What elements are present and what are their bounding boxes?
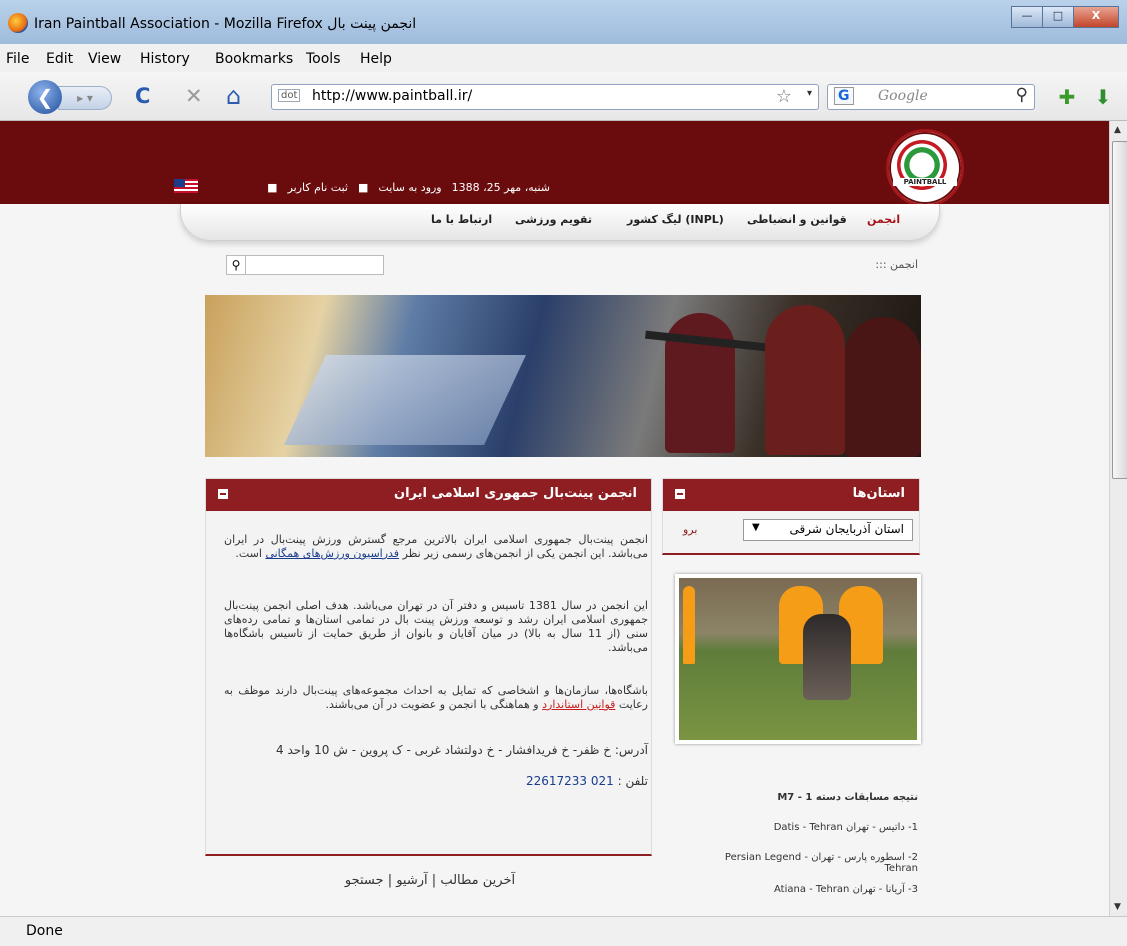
- navigation-toolbar: ▸ ▾ ❮ C ✕ ⌂ dot http://www.paintball.ir/…: [0, 72, 1127, 121]
- paintball-banner-image: [205, 295, 921, 457]
- search-icon[interactable]: ⚲: [1016, 85, 1028, 105]
- provinces-box-title: استان‌ها: [852, 486, 905, 501]
- archive-link[interactable]: آرشیو: [396, 873, 427, 888]
- window-controls: — □ X: [1011, 6, 1119, 28]
- download-icon[interactable]: ⬇: [1090, 84, 1116, 110]
- main-navigation: انجمن قوانین و انضباطی لیگ کشور (INPL) ت…: [180, 204, 940, 241]
- window-title: Iran Paintball Association - Mozilla Fir…: [34, 16, 417, 32]
- login-link[interactable]: ورود به سایت: [378, 181, 441, 194]
- collapse-icon[interactable]: [218, 489, 228, 499]
- addon-icon[interactable]: ✚: [1054, 84, 1080, 110]
- go-button[interactable]: برو: [683, 523, 697, 536]
- result-item[interactable]: 3- آریانا - تهران Atiana - Tehran: [690, 884, 918, 895]
- menu-help[interactable]: Help: [360, 51, 392, 67]
- nav-item-association[interactable]: انجمن: [867, 213, 900, 226]
- menu-view[interactable]: View: [88, 51, 121, 67]
- province-select[interactable]: استان آذربایجان شرقی ▼: [743, 519, 913, 541]
- window-titlebar: Iran Paintball Association - Mozilla Fir…: [0, 0, 1127, 44]
- firefox-icon: [8, 13, 28, 33]
- url-bar[interactable]: dot http://www.paintball.ir/ ☆ ▾: [271, 84, 819, 110]
- minimize-button[interactable]: —: [1011, 6, 1043, 28]
- bullet-icon: ■: [267, 181, 278, 194]
- result-item[interactable]: 2- اسطوره پارس - تهران Persian Legend - …: [690, 852, 918, 874]
- bookmark-star-icon[interactable]: ☆: [776, 86, 792, 107]
- association-box-header: انجمن پینت‌بال جمهوری اسلامی ایران: [206, 479, 651, 511]
- scroll-down-icon[interactable]: ▼: [1114, 902, 1121, 912]
- phone-number[interactable]: 021 22617233: [526, 774, 614, 788]
- footer-links: آخرین مطالب | آرشیو | جستجو: [344, 873, 516, 888]
- provinces-box-header: استان‌ها: [663, 479, 919, 511]
- latest-posts-link[interactable]: آخرین مطالب: [440, 873, 515, 888]
- site-identity-badge[interactable]: dot: [278, 89, 301, 102]
- url-text[interactable]: http://www.paintball.ir/: [312, 88, 472, 104]
- reload-icon[interactable]: C: [135, 84, 150, 108]
- top-links: شنبه، مهر 25، 1388 ورود به سایت ■ ثبت نام ک…: [170, 181, 550, 199]
- vertical-scrollbar[interactable]: ▲ ▼: [1109, 121, 1127, 916]
- menu-tools[interactable]: Tools: [306, 51, 341, 67]
- url-dropdown-icon[interactable]: ▾: [807, 88, 812, 99]
- site-header: PAINTBALL شنبه، مهر 25، 1388 ورود به سایت…: [0, 121, 1109, 207]
- search-placeholder[interactable]: Google: [878, 88, 928, 104]
- menu-history[interactable]: History: [140, 51, 190, 67]
- history-paragraph: این انجمن در سال 1381 تاسیس و دفتر آن در…: [224, 599, 648, 654]
- page-viewport: PAINTBALL شنبه، مهر 25، 1388 ورود به سایت…: [0, 121, 1109, 916]
- menu-bookmarks[interactable]: Bookmarks: [215, 51, 293, 67]
- nav-item-rules[interactable]: قوانین و انضباطی: [747, 213, 847, 226]
- nav-item-league[interactable]: لیگ کشور (INPL): [627, 213, 724, 226]
- breadcrumb: ::: انجمن: [875, 258, 918, 271]
- home-icon[interactable]: ⌂: [226, 84, 241, 108]
- close-button[interactable]: X: [1073, 6, 1119, 28]
- paintball-player-photo: [675, 574, 921, 744]
- result-item[interactable]: 1- داتیس - تهران Datis - Tehran: [690, 822, 918, 833]
- scroll-up-icon[interactable]: ▲: [1114, 125, 1121, 135]
- status-bar: Done: [0, 916, 1127, 946]
- nav-item-contact[interactable]: ارتباط با ما: [431, 213, 492, 226]
- address-text: آدرس: خ ظفر- خ فریدافشار - خ دولتشاد غرب…: [276, 743, 648, 757]
- search-engine-icon[interactable]: G: [834, 87, 854, 105]
- association-info-box: انجمن پینت‌بال جمهوری اسلامی ایران انجمن…: [205, 478, 652, 856]
- search-bar[interactable]: G Google ⚲: [827, 84, 1035, 110]
- menu-bar: File Edit View History Bookmarks Tools H…: [0, 44, 1127, 72]
- scrollbar-thumb[interactable]: [1112, 141, 1127, 479]
- register-link[interactable]: ثبت نام کاربر: [288, 181, 348, 194]
- clubs-paragraph: باشگاه‌ها، سازمان‌ها و اشخاصی که تمایل ب…: [224, 684, 648, 711]
- maximize-button[interactable]: □: [1042, 6, 1074, 28]
- site-search-input[interactable]: ⚲: [226, 255, 384, 275]
- menu-file[interactable]: File: [6, 51, 29, 67]
- collapse-icon[interactable]: [675, 489, 685, 499]
- nav-item-calendar[interactable]: تقویم ورزشی: [515, 213, 592, 226]
- paintball-logo[interactable]: PAINTBALL: [886, 129, 964, 207]
- date-text: شنبه، مهر 25، 1388: [451, 181, 550, 194]
- status-text: Done: [26, 923, 63, 939]
- stop-icon[interactable]: ✕: [185, 84, 203, 108]
- association-box-title: انجمن پینت‌بال جمهوری اسلامی ایران: [393, 486, 637, 501]
- intro-paragraph: انجمن پینت‌بال جمهوری اسلامی ایران بالات…: [224, 533, 648, 560]
- federation-link[interactable]: فدراسیون ورزش‌های همگانی: [265, 547, 399, 560]
- logo-text: PAINTBALL: [893, 178, 957, 186]
- site-search-icon[interactable]: ⚲: [227, 256, 246, 274]
- search-link[interactable]: جستجو: [345, 873, 384, 888]
- phone-line: تلفن : 021 22617233: [525, 774, 648, 788]
- standard-rules-link[interactable]: قوانین استاندارد: [542, 698, 615, 711]
- results-title: نتیجه مسابقات دسته 1 - M7: [777, 792, 918, 803]
- menu-edit[interactable]: Edit: [46, 51, 73, 67]
- bullet-icon: ■: [358, 181, 369, 194]
- back-button[interactable]: ❮: [28, 80, 62, 114]
- provinces-box: استان‌ها استان آذربایجان شرقی ▼ برو: [662, 478, 920, 555]
- chevron-down-icon: ▼: [752, 522, 760, 533]
- forward-button[interactable]: ▸ ▾: [58, 86, 112, 110]
